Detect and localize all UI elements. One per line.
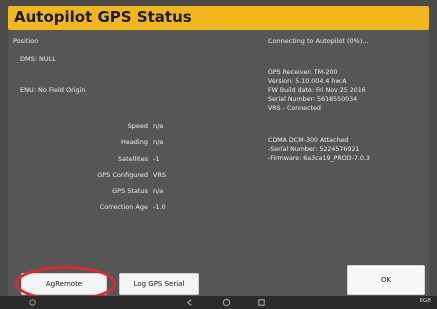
enu-value: ENU: No Field Origin <box>20 86 86 94</box>
serial-number-line: Serial Number: 5618550034 <box>268 96 358 103</box>
correction-age-label: Correction Age <box>99 203 148 211</box>
vrs-status-line: VRS - Connected <box>268 105 321 112</box>
gps-status-value: n/a <box>153 187 164 195</box>
back-icon[interactable] <box>185 298 194 307</box>
correction-age-value: -1.0 <box>153 203 166 211</box>
dms-value: DMS: NULL <box>20 55 56 63</box>
ok-button[interactable]: OK <box>347 265 425 295</box>
heading-label: Heading <box>120 138 148 146</box>
usb-icon <box>29 299 36 306</box>
position-section-label: Position <box>13 37 39 45</box>
system-bar: 8GB <box>0 296 437 309</box>
log-gps-serial-button[interactable]: Log GPS Serial <box>119 273 199 295</box>
home-icon[interactable] <box>222 298 231 307</box>
cdma-serial-line: -Serial Number: 5224576921 <box>268 146 360 153</box>
cdma-firmware-line: -Firmware: 6a3ca19_PROD-7.0.3 <box>268 155 370 162</box>
connecting-status: Connecting to Autopilot (0%)... <box>268 37 369 45</box>
status-panel: Position DMS: NULL ENU: No Field Origin … <box>8 30 429 296</box>
speed-label: Speed <box>127 122 148 130</box>
screen: Autopilot GPS Status Position DMS: NULL … <box>0 0 437 309</box>
cdma-attached-line: CDMA DCM-300 Attached <box>268 137 349 144</box>
storage-indicator: 8GB <box>419 298 431 304</box>
gps-status-label: GPS Status <box>112 187 148 195</box>
satellites-label: Satellites <box>117 155 148 163</box>
gps-configured-value: VRS <box>153 171 167 179</box>
gps-configured-label: GPS Configured <box>97 171 148 179</box>
agremote-button[interactable]: AgRemote <box>21 273 107 295</box>
gps-receiver-line: GPS Receiver: TM-200 <box>268 69 338 76</box>
satellites-value: -1 <box>153 155 160 163</box>
title-bar: Autopilot GPS Status <box>8 6 429 30</box>
version-line: Version: 5.10.004.4 hw:A <box>268 78 347 85</box>
speed-value: n/a <box>153 122 164 130</box>
fw-build-line: FW Build date: Fri Nov 25 2016 <box>268 87 366 94</box>
recent-apps-icon[interactable] <box>257 298 266 307</box>
heading-value: n/a <box>153 138 164 146</box>
window-title: Autopilot GPS Status <box>14 8 192 26</box>
